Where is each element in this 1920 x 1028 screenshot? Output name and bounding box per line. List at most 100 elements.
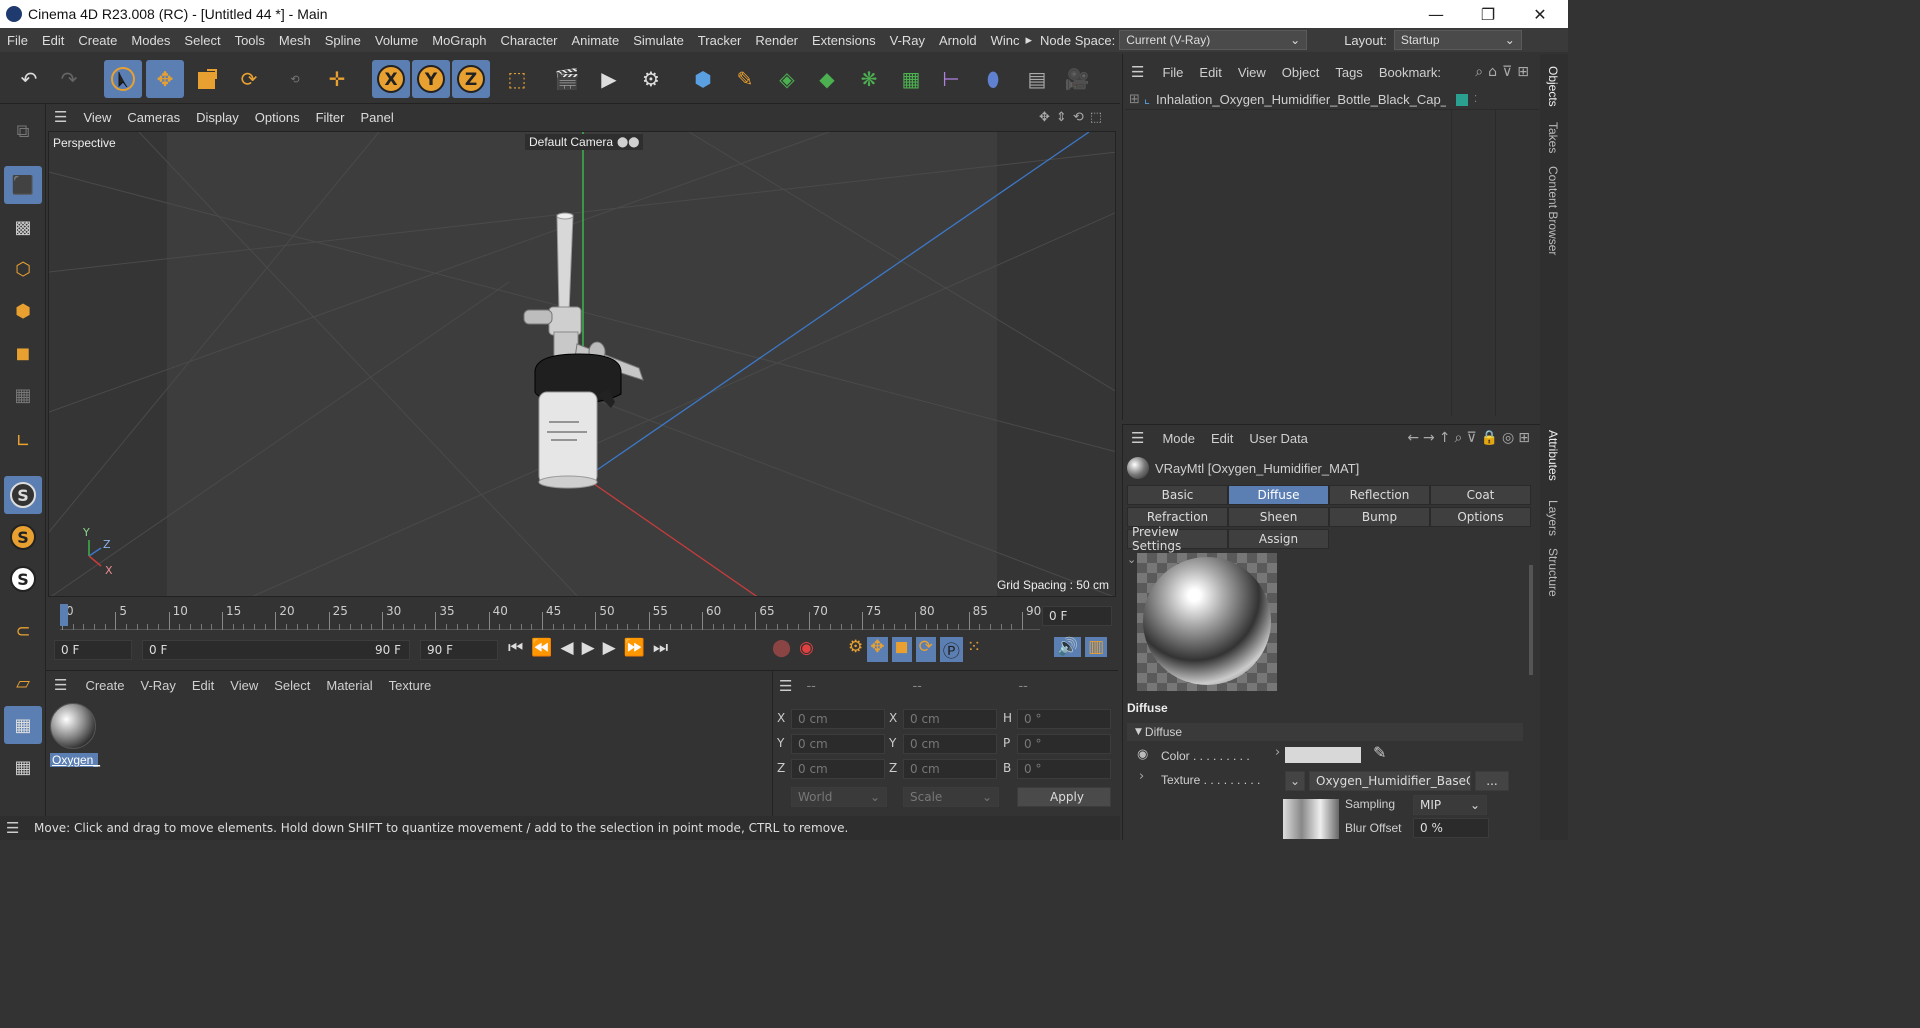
timeline-track[interactable]: 0 5 10 15 20 25 30 35 40 45 50 55 60 65 70 75 80 85 90 xyxy=(60,604,1041,630)
menu-overflow-icon[interactable]: ▸ xyxy=(1021,32,1036,48)
workplane-grid-icon[interactable]: ▦ xyxy=(4,748,42,786)
maximize-button[interactable]: ❐ xyxy=(1462,0,1514,28)
go-to-start-icon[interactable]: ⏮ xyxy=(508,638,523,658)
material-menu-vray[interactable]: V-Ray xyxy=(132,678,183,693)
tab-bump[interactable]: Bump xyxy=(1329,507,1430,527)
preview-scrollbar[interactable] xyxy=(1529,565,1533,675)
next-frame-icon[interactable]: ▶ xyxy=(603,638,616,658)
coord-value-field[interactable]: 0 ° xyxy=(1017,759,1111,779)
menu-volume[interactable]: Volume xyxy=(368,33,425,48)
viewport-menu-cameras[interactable]: Cameras xyxy=(119,110,188,125)
prev-key-icon[interactable]: ⏪ xyxy=(531,638,552,658)
tab-options[interactable]: Options xyxy=(1430,507,1531,527)
menu-select[interactable]: Select xyxy=(177,33,227,48)
key-move-icon[interactable]: ✥ xyxy=(867,637,888,662)
close-button[interactable]: ✕ xyxy=(1514,0,1566,28)
menu-tracker[interactable]: Tracker xyxy=(691,33,749,48)
deformer-button[interactable]: ⊢ xyxy=(932,60,970,98)
tab-sheen[interactable]: Sheen xyxy=(1228,507,1329,527)
viewport-menu-view[interactable]: View xyxy=(75,110,119,125)
camera-label[interactable]: Default Camera ⬤⬤ xyxy=(525,134,644,150)
blur-offset-field[interactable]: 0 % xyxy=(1413,818,1489,838)
node-space-select[interactable]: Current (V-Ray) ⌄ xyxy=(1119,30,1308,50)
attribute-menu-edit[interactable]: Edit xyxy=(1203,431,1241,446)
extrude-button[interactable]: ◆ xyxy=(808,60,846,98)
workplane-icon[interactable]: ▱ xyxy=(4,664,42,702)
hamburger-icon[interactable]: ☰ xyxy=(46,108,75,126)
coord-value-field[interactable]: 0 cm xyxy=(903,734,997,754)
material-thumbnail[interactable]: Oxygen_ xyxy=(50,703,100,769)
timeline-ruler[interactable]: 0 5 10 15 20 25 30 35 40 45 50 55 60 65 70 75 80 85 90 0 F xyxy=(46,600,1118,634)
subsection-header[interactable]: ▼ Diffuse xyxy=(1127,723,1523,741)
mograph-button[interactable]: ▦ xyxy=(892,60,930,98)
menu-simulate[interactable]: Simulate xyxy=(626,33,691,48)
collapse-icon[interactable]: ⌄ xyxy=(1127,553,1136,566)
viewport-3d[interactable]: Perspective Default Camera ⬤⬤ Y Z X Grid… xyxy=(48,131,1116,597)
key-scale-icon[interactable]: ◼ xyxy=(891,637,912,662)
tab-reflection[interactable]: Reflection xyxy=(1329,485,1430,505)
menu-render[interactable]: Render xyxy=(748,33,805,48)
polygons-mode-icon[interactable]: ◼ xyxy=(4,334,42,372)
range-slider[interactable]: 0 F 90 F xyxy=(142,640,410,660)
chevron-right-icon[interactable]: › xyxy=(1139,769,1144,784)
tab-basic[interactable]: Basic xyxy=(1127,485,1228,505)
key-param-icon[interactable]: Ⓟ xyxy=(939,637,963,662)
world-select[interactable]: World ⌄ xyxy=(791,787,887,807)
minimize-button[interactable]: — xyxy=(1410,0,1462,28)
menu-character[interactable]: Character xyxy=(493,33,564,48)
prev-frame-icon[interactable]: ◀ xyxy=(560,638,573,658)
go-to-end-icon[interactable]: ⏭ xyxy=(653,638,668,658)
hamburger-icon[interactable]: ☰ xyxy=(1123,63,1154,81)
object-menu-file[interactable]: File xyxy=(1154,65,1191,80)
menu-modes[interactable]: Modes xyxy=(124,33,177,48)
edges-mode-icon[interactable]: ⬢ xyxy=(4,292,42,330)
menu-spline[interactable]: Spline xyxy=(318,33,368,48)
attribute-menu-userdata[interactable]: User Data xyxy=(1241,431,1316,446)
key-pla-icon[interactable]: ⁙ xyxy=(967,637,981,662)
select-tool-button[interactable] xyxy=(104,60,142,98)
axis-mode-icon[interactable]: ∟ xyxy=(4,422,42,460)
record-icon[interactable]: ⬤ xyxy=(772,638,791,658)
material-menu-material[interactable]: Material xyxy=(318,678,380,693)
field-button[interactable]: ⬮ xyxy=(974,60,1012,98)
menu-vray[interactable]: V-Ray xyxy=(883,33,932,48)
texture-browse-button[interactable]: ... xyxy=(1475,771,1509,791)
subdivision-button[interactable]: ◈ xyxy=(768,60,806,98)
tab-refraction[interactable]: Refraction xyxy=(1127,507,1228,527)
key-rotate-icon[interactable]: ⟳ xyxy=(915,637,936,662)
render-view-button[interactable]: ▶ xyxy=(590,60,628,98)
menu-window[interactable]: Winc xyxy=(984,33,1022,48)
material-menu-select[interactable]: Select xyxy=(266,678,318,693)
end-frame-field[interactable]: 90 F xyxy=(420,640,498,660)
render-settings-button[interactable]: ⚙ xyxy=(632,60,670,98)
texture-mode-icon[interactable]: ▩ xyxy=(4,208,42,246)
color-swatch[interactable] xyxy=(1285,747,1361,763)
scale-tool-button[interactable] xyxy=(188,60,226,98)
keyframe-settings-icon[interactable]: ⚙ xyxy=(848,637,863,662)
transform-button[interactable]: ✛ xyxy=(318,60,356,98)
model-mode-icon[interactable]: ⬛ xyxy=(4,166,42,204)
snap-mode-icon[interactable]: S xyxy=(4,560,42,598)
tab-preview-settings[interactable]: Preview Settings xyxy=(1127,525,1228,553)
object-menu-view[interactable]: View xyxy=(1230,65,1274,80)
menu-mesh[interactable]: Mesh xyxy=(272,33,318,48)
start-frame-field[interactable]: 0 F xyxy=(54,640,132,660)
menu-mograph[interactable]: MoGraph xyxy=(425,33,493,48)
coord-value-field[interactable]: 0 cm xyxy=(791,709,885,729)
magnet-icon[interactable]: ⊂ xyxy=(4,612,42,650)
material-menu-create[interactable]: Create xyxy=(77,678,132,693)
tab-structure[interactable]: Structure xyxy=(1546,548,1560,597)
object-menu-bookmarks[interactable]: Bookmark: xyxy=(1371,65,1449,80)
undo-button[interactable]: ↶ xyxy=(10,60,48,98)
coordinate-system-button[interactable]: ⬚ xyxy=(498,60,536,98)
material-menu-view[interactable]: View xyxy=(222,678,266,693)
tab-content-browser[interactable]: Content Browser xyxy=(1546,166,1560,255)
z-axis-button[interactable]: Z xyxy=(452,60,490,98)
expand-icon[interactable]: ⊞ xyxy=(1125,92,1144,107)
hamburger-icon[interactable]: ☰ xyxy=(773,677,806,695)
menu-extensions[interactable]: Extensions xyxy=(805,33,883,48)
menu-file[interactable]: File xyxy=(0,33,35,48)
object-toolbar-icons[interactable]: ⌕⌂⊽⊞ xyxy=(1475,64,1540,80)
material-menu-texture[interactable]: Texture xyxy=(381,678,440,693)
coord-value-field[interactable]: 0 cm xyxy=(791,759,885,779)
